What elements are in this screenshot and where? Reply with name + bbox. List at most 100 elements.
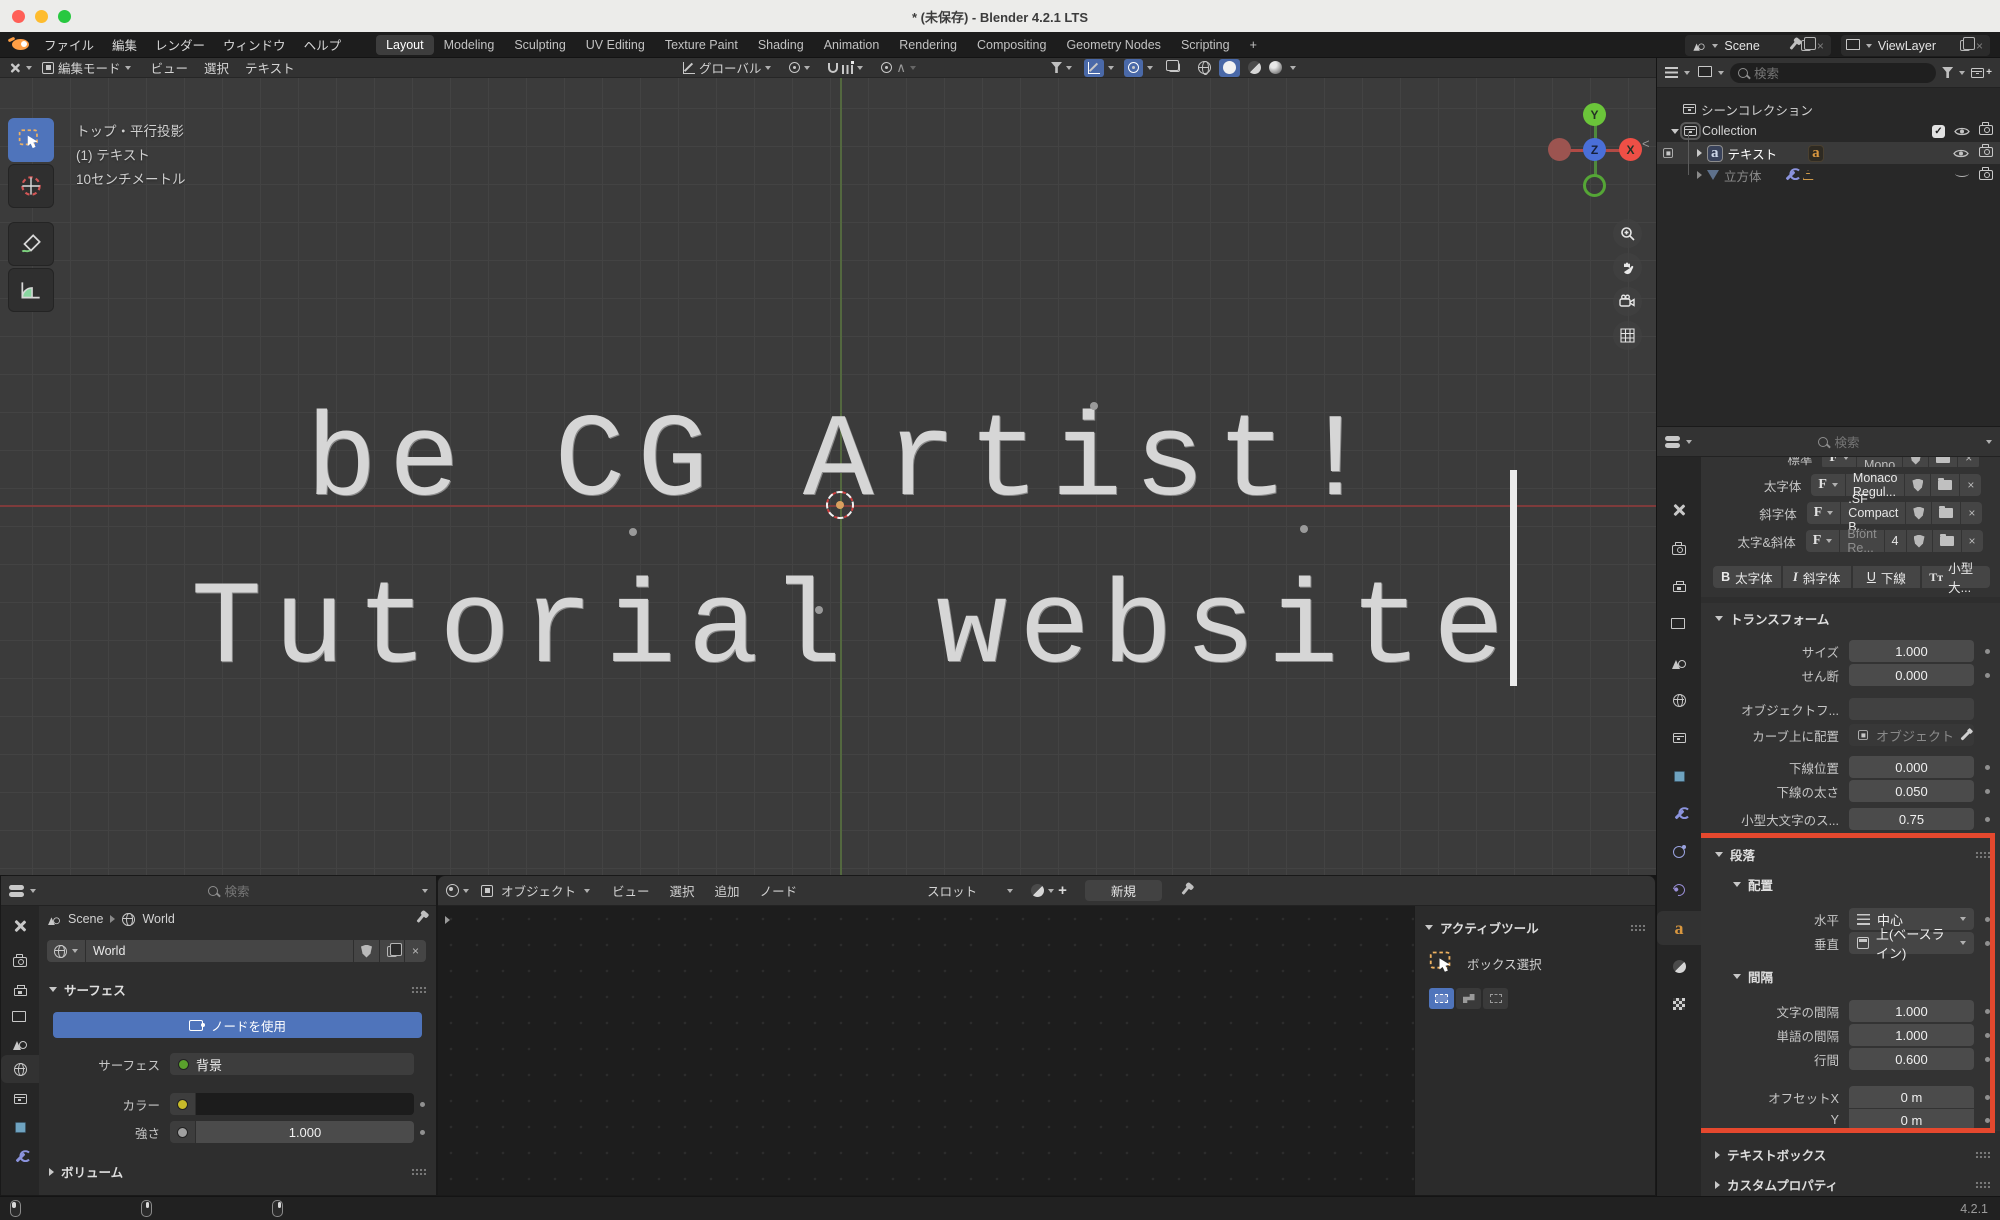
tab-shading[interactable]: Shading: [748, 35, 814, 55]
tab-collection[interactable]: [1, 1085, 39, 1113]
eye-closed-icon[interactable]: [1955, 170, 1969, 177]
falloff-curve-icon[interactable]: ∧: [896, 60, 906, 76]
shading-wireframe-button[interactable]: [1198, 61, 1211, 74]
user-count-badge[interactable]: 4: [1885, 530, 1906, 552]
tab-sculpting[interactable]: Sculpting: [504, 35, 575, 55]
spacing-subsection-header[interactable]: 間隔: [1733, 967, 1773, 986]
menu-help[interactable]: ヘルプ: [295, 35, 351, 54]
animate-dot[interactable]: [1985, 1095, 1990, 1100]
animate-dot[interactable]: [1985, 765, 1990, 770]
transform-section-header[interactable]: トランスフォーム: [1715, 609, 1829, 628]
drag-dots-icon[interactable]: [1975, 1181, 1990, 1188]
menu-view[interactable]: ビュー: [604, 881, 658, 900]
size-field[interactable]: 1.000: [1849, 640, 1974, 662]
tab-uv-editing[interactable]: UV Editing: [576, 35, 655, 55]
unlink-button[interactable]: ×: [405, 940, 426, 962]
strength-field[interactable]: 1.000: [196, 1121, 414, 1143]
unlink-button[interactable]: ×: [1962, 530, 1983, 552]
slot-selector[interactable]: スロット: [927, 881, 977, 900]
animate-dot[interactable]: [420, 1102, 425, 1107]
tab-material[interactable]: [1657, 949, 1701, 983]
properties-editor-icon[interactable]: [1665, 436, 1680, 448]
tab-animation[interactable]: Animation: [814, 35, 890, 55]
tab-texture-paint[interactable]: Texture Paint: [655, 35, 748, 55]
open-font-button[interactable]: [1932, 502, 1960, 524]
animate-dot[interactable]: [420, 1130, 425, 1135]
menu-select[interactable]: 選択: [662, 881, 703, 900]
font-italic-value[interactable]: .SF Compact B...: [1841, 502, 1905, 524]
text-on-curve-field[interactable]: オブジェクト: [1849, 724, 1974, 746]
outliner-row-text[interactable]: a テキスト a: [1657, 142, 2000, 164]
gizmo-axis-x-neg[interactable]: [1548, 138, 1571, 161]
add-workspace-button[interactable]: +: [1240, 35, 1267, 55]
tab-scripting[interactable]: Scripting: [1171, 35, 1240, 55]
custom-properties-section-header[interactable]: カスタムプロパティ: [1715, 1175, 2000, 1194]
outliner-row-scene-collection[interactable]: シーンコレクション: [1657, 98, 2000, 120]
menu-select[interactable]: 選択: [196, 58, 237, 77]
breadcrumb-world[interactable]: World: [142, 912, 174, 926]
add-material-button[interactable]: +: [1058, 882, 1067, 899]
drag-dots-icon[interactable]: [1975, 1151, 1990, 1158]
open-font-button[interactable]: [1929, 457, 1957, 467]
close-icon[interactable]: ×: [1976, 39, 1983, 53]
mode-selector[interactable]: 編集モード: [42, 58, 131, 77]
active-tool-header[interactable]: アクティブツール: [1425, 918, 1655, 937]
animate-dot[interactable]: [1985, 649, 1990, 654]
expand-icon[interactable]: [1697, 149, 1702, 157]
tab-modifiers[interactable]: [1657, 797, 1701, 831]
pin-icon[interactable]: [1789, 41, 1797, 50]
expand-icon[interactable]: [1671, 129, 1679, 134]
editor-type-icon[interactable]: [446, 884, 459, 897]
bold-toggle[interactable]: B太字体: [1713, 566, 1781, 588]
menu-text[interactable]: テキスト: [237, 58, 303, 77]
tab-object[interactable]: [1, 1113, 39, 1141]
volume-section-header[interactable]: ボリューム: [49, 1162, 436, 1181]
font-bold-italic-value[interactable]: Bfont Re...: [1840, 530, 1883, 552]
tab-object-data[interactable]: a: [1657, 911, 1701, 945]
menu-edit[interactable]: 編集: [103, 35, 146, 54]
tab-constraints[interactable]: [1657, 873, 1701, 907]
close-window-button[interactable]: [12, 10, 25, 23]
fake-user-button[interactable]: [1903, 457, 1928, 467]
collapse-region-arrow[interactable]: <: [1642, 136, 1650, 151]
tab-layout[interactable]: Layout: [376, 35, 434, 55]
eyedropper-icon[interactable]: [1960, 730, 1970, 740]
drag-dots-icon[interactable]: [1975, 851, 1990, 858]
fake-user-button[interactable]: [1906, 502, 1931, 524]
drag-dots-icon[interactable]: [411, 986, 426, 993]
line-spacing-field[interactable]: 0.600: [1849, 1048, 1974, 1070]
tab-tool[interactable]: [1, 912, 39, 940]
object-visibility-icon[interactable]: [1051, 62, 1062, 73]
font-regular-value[interactable]: .SF NS Mono Li...: [1857, 457, 1902, 467]
copy-icon[interactable]: [1801, 40, 1811, 51]
measure-tool[interactable]: [8, 268, 54, 312]
unlink-button[interactable]: ×: [1960, 474, 1981, 496]
animate-dot[interactable]: [1985, 673, 1990, 678]
animate-dot[interactable]: [1985, 1118, 1990, 1123]
menu-file[interactable]: ファイル: [35, 35, 103, 54]
pan-button[interactable]: [1613, 253, 1642, 282]
minimize-window-button[interactable]: [35, 10, 48, 23]
animate-dot[interactable]: [1985, 1057, 1990, 1062]
tab-output[interactable]: [1, 976, 39, 1004]
tab-scene[interactable]: [1, 1029, 39, 1057]
box-select-tool[interactable]: [8, 118, 54, 162]
show-overlays-toggle[interactable]: [1124, 59, 1143, 77]
tab-render[interactable]: [1657, 531, 1701, 565]
tab-rendering[interactable]: Rendering: [889, 35, 967, 55]
world-search-input[interactable]: 検索: [42, 881, 416, 900]
offset-x-field[interactable]: 0 m: [1849, 1086, 1974, 1108]
eye-icon[interactable]: [1954, 125, 1970, 138]
properties-editor-icon[interactable]: [9, 885, 24, 897]
tab-physics[interactable]: [1657, 835, 1701, 869]
paragraph-section-header[interactable]: 段落: [1715, 845, 2000, 864]
proportional-editing-icon[interactable]: [881, 62, 892, 73]
display-mode-icon[interactable]: [1665, 67, 1678, 78]
tab-tool[interactable]: [1657, 493, 1701, 527]
perspective-toggle-button[interactable]: [1613, 321, 1642, 350]
small-caps-toggle[interactable]: Tт小型大...: [1922, 566, 1990, 588]
underline-toggle[interactable]: U下線: [1853, 566, 1921, 588]
pivot-point-icon[interactable]: [789, 62, 800, 73]
underline-thickness-field[interactable]: 0.050: [1849, 780, 1974, 802]
animate-dot[interactable]: [1985, 817, 1990, 822]
